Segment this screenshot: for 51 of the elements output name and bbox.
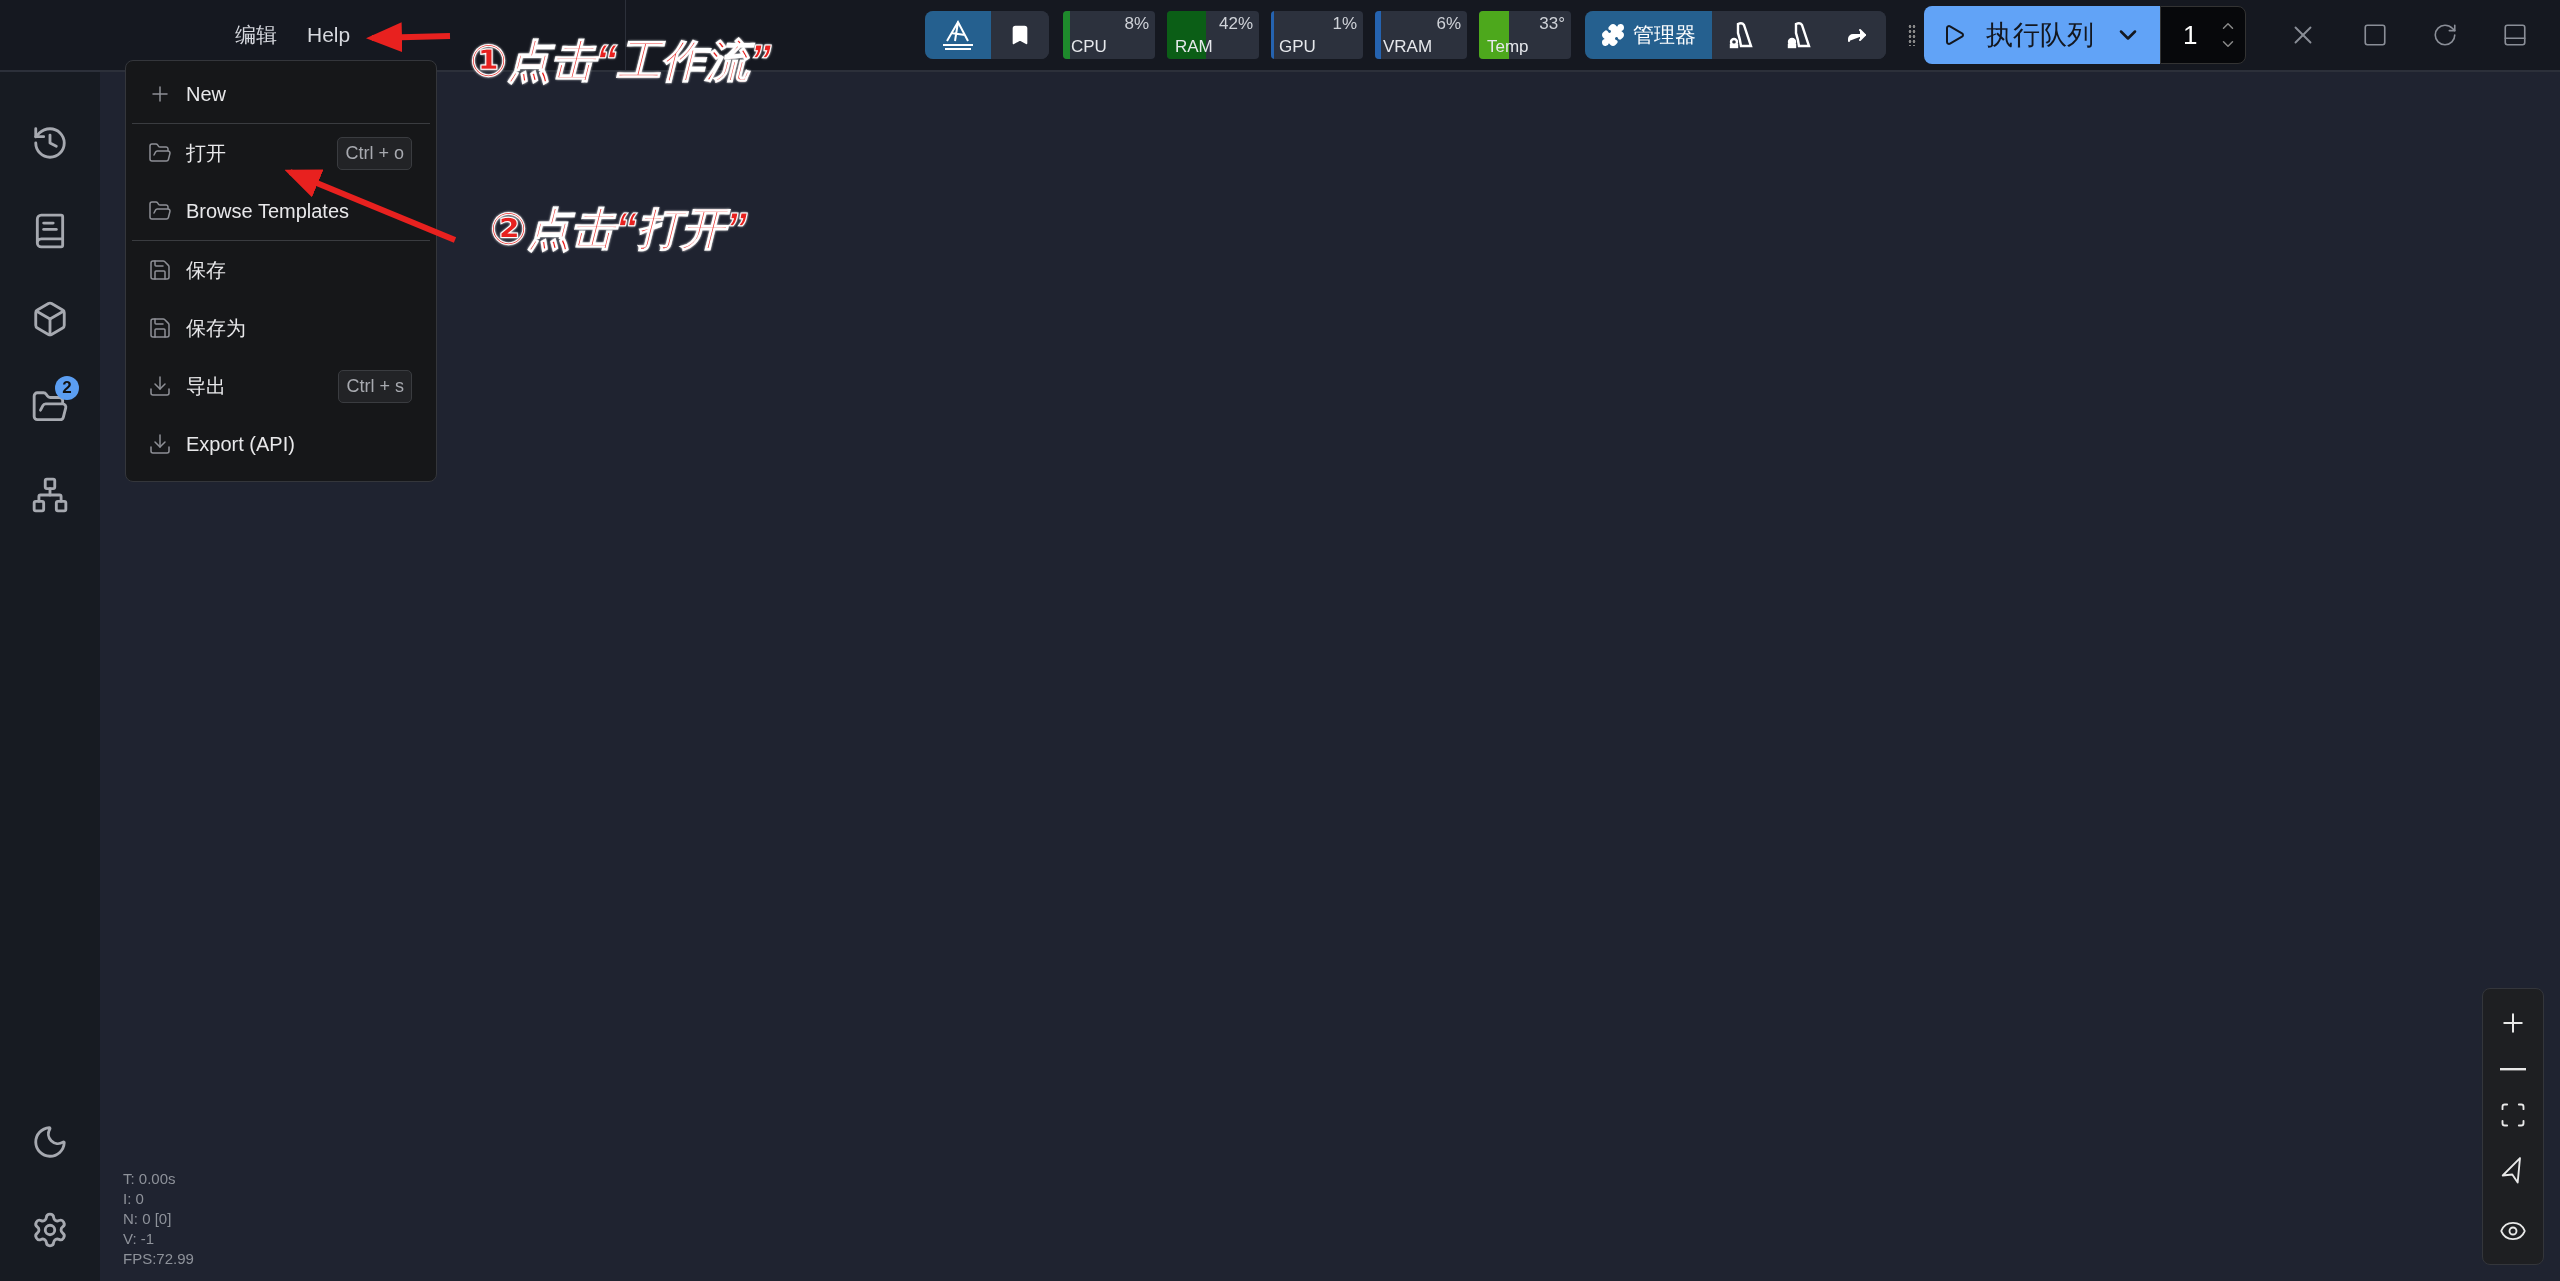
menu-item[interactable]: 保存 [126, 241, 436, 299]
panel-icon [2502, 22, 2528, 48]
download-icon [148, 432, 172, 456]
settings-icon [31, 1211, 69, 1249]
queue-button[interactable]: 执行队列 [1924, 6, 2160, 64]
logo-button[interactable] [925, 11, 991, 59]
annotation-text: ②点击“打开” [490, 203, 748, 255]
stats-line: V: -1 [123, 1229, 156, 1249]
broom-icon [1728, 21, 1754, 49]
refresh-icon [2432, 22, 2458, 48]
folder-icon [148, 199, 172, 223]
stats-line: FPS:72.99 [123, 1249, 194, 1269]
shortcut-hint: Ctrl + o [337, 136, 412, 170]
save-icon [148, 258, 172, 282]
logo-icon [941, 19, 975, 51]
shortcut-hint: Ctrl + s [338, 369, 412, 403]
download-icon [148, 374, 172, 398]
stats-line: I: 0 [123, 1189, 145, 1209]
manager-button[interactable]: 管理器 [1585, 11, 1712, 59]
menu-item[interactable]: 打开 Ctrl + o [126, 124, 436, 182]
broom-icon [1786, 21, 1812, 49]
fit-view-icon [2499, 1101, 2527, 1129]
usage-reading: 1% [1332, 14, 1357, 34]
usage-reading: 33° [1539, 14, 1565, 34]
menu-item[interactable]: Export (API) [126, 415, 436, 473]
minus-icon [2500, 1068, 2526, 1071]
cube-icon [31, 300, 69, 338]
menu-item[interactable]: 导出 Ctrl + s [126, 357, 436, 415]
usage-reading: 8% [1124, 14, 1149, 34]
monitor-label: RAM [1175, 37, 1213, 57]
menu-item[interactable]: Browse Templates [126, 182, 436, 240]
monitor-label: VRAM [1383, 37, 1433, 57]
count-badge: 2 [55, 376, 79, 400]
save-icon [148, 316, 172, 340]
hierarchy-icon [31, 476, 69, 514]
stats-line: T: 0.00s [123, 1169, 177, 1189]
usage-reading: 6% [1436, 14, 1461, 34]
menu-bar-item[interactable]: 编辑 [235, 21, 277, 49]
stats-line: N: 0 [0] [123, 1209, 173, 1229]
monitor-label: CPU [1071, 37, 1107, 57]
square-icon [2362, 22, 2388, 48]
menu-bar-item[interactable]: Help [307, 23, 351, 47]
usage-reading: 42% [1218, 14, 1253, 34]
history-icon [31, 124, 69, 162]
monitor-label: GPU [1279, 37, 1316, 57]
moon-icon [31, 1123, 69, 1161]
drag-handle-icon[interactable] [1908, 24, 1916, 46]
folder-icon [148, 141, 172, 165]
menu-item[interactable]: 保存为 [126, 299, 436, 357]
puzzle-icon [1601, 23, 1625, 47]
batch-count-field[interactable]: 1 [2160, 6, 2246, 64]
